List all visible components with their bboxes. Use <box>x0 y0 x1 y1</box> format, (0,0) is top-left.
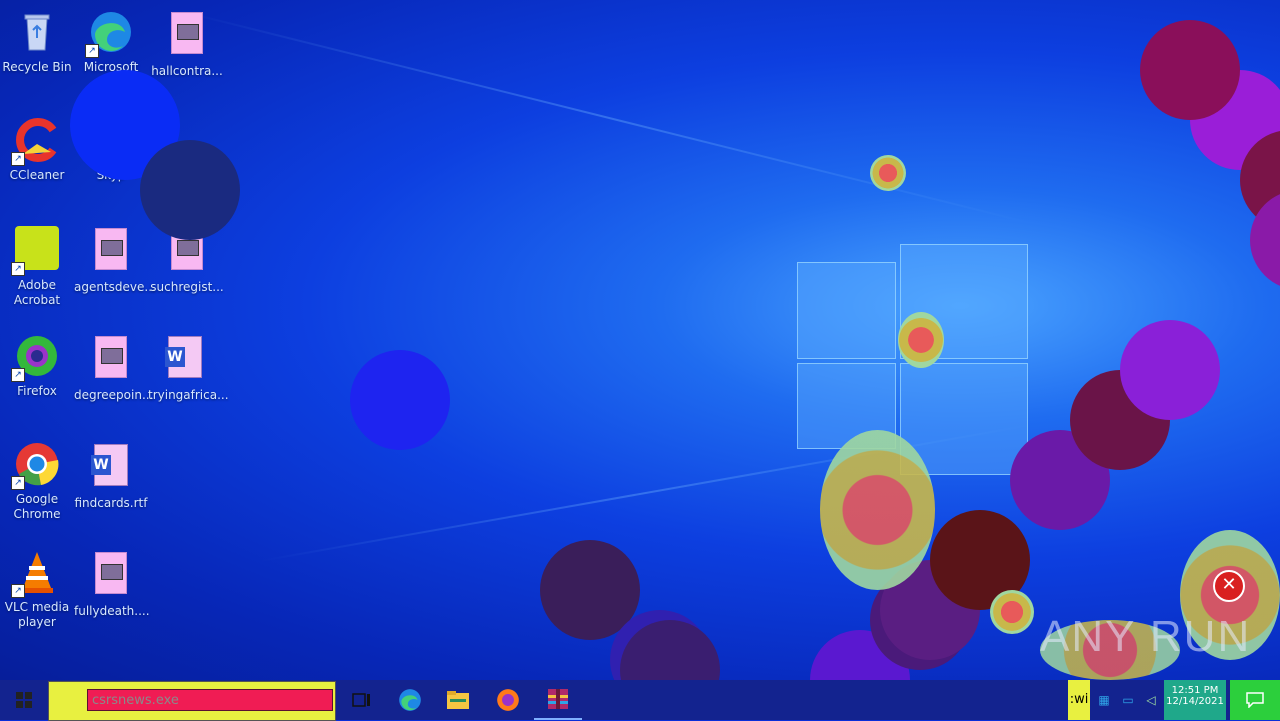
firefox-icon: ↗ <box>11 332 61 382</box>
task-view-icon <box>352 693 370 707</box>
shortcut-arrow-icon: ↗ <box>85 44 99 58</box>
edge-icon: ↗ <box>85 8 135 58</box>
shortcut-arrow-icon: ↗ <box>11 152 25 166</box>
clock[interactable]: 12:51 PM 12/14/2021 <box>1164 680 1226 720</box>
icon-label: Google Chrome <box>13 492 61 521</box>
firefox-icon <box>497 689 519 711</box>
shortcut-arrow-icon: ↗ <box>11 262 25 276</box>
icon-label: fullydeath.... <box>74 604 150 618</box>
file-explorer-icon <box>447 691 469 709</box>
desktop-icon-google-chrome[interactable]: ↗ Google Chrome <box>0 440 74 522</box>
search-input[interactable]: csrsnews.exe <box>87 689 333 711</box>
network-icon[interactable]: ▦ <box>1098 693 1109 707</box>
desktop-icon-recycle-bin[interactable]: Recycle Bin <box>0 8 74 75</box>
desktop-icon-findcards[interactable]: W findcards.rtf <box>74 440 148 511</box>
image-file-icon <box>163 12 211 60</box>
image-file-icon <box>87 336 135 384</box>
error-icon <box>990 590 1034 634</box>
start-button[interactable] <box>0 680 48 720</box>
vlc-icon: ↗ <box>11 548 61 598</box>
icon-label: findcards.rtf <box>74 496 148 510</box>
desktop-background: Recycle Bin ↗ Microsoft hallcontra... ↗ … <box>0 0 1280 680</box>
artifact-circle <box>1140 20 1240 120</box>
close-icon[interactable]: ✕ <box>1213 570 1245 602</box>
icon-label: degreepoin... <box>74 388 154 402</box>
winrar-icon <box>548 689 568 709</box>
desktop-icon-agentsdeve[interactable]: agentsdeve... <box>74 224 156 295</box>
task-view-button[interactable] <box>338 680 386 720</box>
word-doc-icon: W <box>87 444 135 492</box>
artifact-circle <box>350 350 450 450</box>
desktop-icon-firefox[interactable]: ↗ Firefox <box>0 332 74 399</box>
desktop-icon-edge[interactable]: ↗ Microsoft <box>74 8 148 75</box>
taskbar-file-explorer-button[interactable] <box>434 680 482 720</box>
icon-label: VLC media player <box>4 600 70 629</box>
taskbar-winrar-button[interactable] <box>534 680 582 720</box>
windows-logo-icon <box>16 692 32 708</box>
desktop-icon-ccleaner[interactable]: ↗ CCleaner <box>0 116 74 183</box>
edge-icon <box>399 689 421 711</box>
icon-label: hallcontra... <box>151 64 223 78</box>
word-doc-icon: W <box>161 336 209 384</box>
light-beam <box>179 10 1035 225</box>
volume-icon[interactable]: ◁ <box>1146 693 1155 707</box>
desktop-icon-degreepoin[interactable]: degreepoin... <box>74 332 154 403</box>
desktop-icon-tryingafrica[interactable]: W tryingafrica... <box>148 332 229 403</box>
watermark: ANY RUN <box>1040 612 1252 661</box>
icon-label: Recycle Bin <box>2 60 72 74</box>
taskbar-edge-button[interactable] <box>386 680 434 720</box>
image-file-icon <box>87 228 135 276</box>
notification-icon <box>1246 692 1264 708</box>
icon-label: CCleaner <box>9 168 65 182</box>
clock-date: 12/14/2021 <box>1166 696 1224 707</box>
icon-label: tryingafrica... <box>148 388 229 402</box>
desktop-icon-vlc[interactable]: ↗ VLC media player <box>0 548 74 630</box>
chrome-icon: ↗ <box>11 440 61 490</box>
recycle-bin-icon <box>13 8 61 56</box>
tray-label[interactable]: :wi <box>1068 680 1090 720</box>
icon-label: Adobe Acrobat <box>13 278 61 307</box>
artifact-circle <box>1120 320 1220 420</box>
desktop-icon-fullydeath[interactable]: fullydeath.... <box>74 548 150 619</box>
artifact-circle <box>140 140 240 240</box>
shortcut-arrow-icon: ↗ <box>11 584 25 598</box>
battery-icon[interactable]: ▭ <box>1122 693 1133 707</box>
taskbar-firefox-button[interactable] <box>484 680 532 720</box>
error-icon <box>820 430 935 590</box>
icon-label: Firefox <box>17 384 57 398</box>
clock-time: 12:51 PM <box>1171 685 1219 696</box>
desktop-icon-hallcontra[interactable]: hallcontra... <box>150 8 224 79</box>
image-file-icon <box>87 552 135 600</box>
shortcut-arrow-icon: ↗ <box>11 476 25 490</box>
icon-label: suchregist... <box>150 280 224 294</box>
ccleaner-icon: ↗ <box>11 116 61 166</box>
logo-pane <box>797 262 896 359</box>
icon-label: agentsdeve... <box>74 280 156 294</box>
desktop-icon-adobe-acrobat[interactable]: ↗ Adobe Acrobat <box>0 224 74 308</box>
notification-center-button[interactable] <box>1230 680 1280 720</box>
error-icon <box>870 155 906 191</box>
shortcut-arrow-icon: ↗ <box>11 368 25 382</box>
acrobat-icon: ↗ <box>11 226 61 276</box>
error-icon <box>898 312 944 368</box>
system-tray: ▦ ▭ ◁ <box>1092 680 1162 720</box>
